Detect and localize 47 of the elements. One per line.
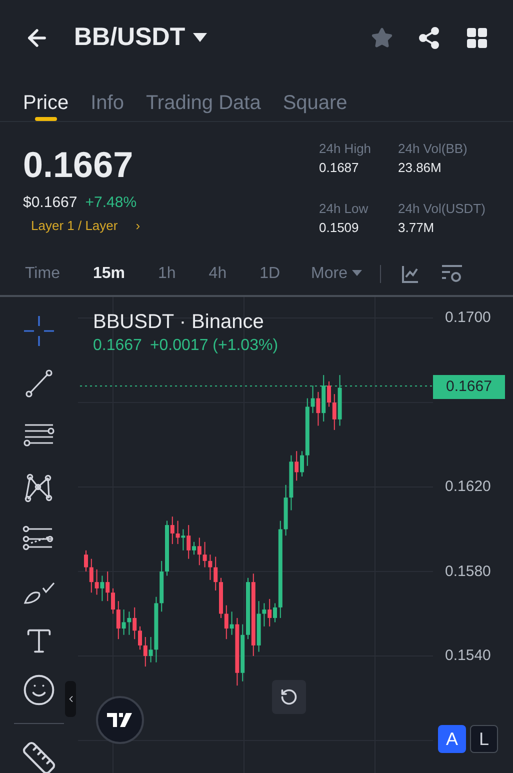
star-icon[interactable]	[371, 27, 393, 49]
crosshair-icon[interactable]	[21, 313, 57, 349]
stat-value: 0.1509	[319, 219, 360, 237]
tab-indicator	[34, 117, 57, 121]
ruler-icon[interactable]	[21, 740, 57, 773]
price-axis-label: 0.1700	[445, 309, 491, 327]
category-link[interactable]: Layer 1 / Layer ›	[31, 216, 140, 236]
scale-button[interactable]: L	[470, 725, 498, 753]
stat-label: 24h Vol(USDT)	[398, 200, 486, 218]
stat-label: 24h Low	[319, 200, 370, 218]
reset-button[interactable]	[272, 680, 306, 714]
tab[interactable]: Trading Data	[146, 76, 261, 121]
chart-change: +0.0017 (+1.03%)	[150, 336, 278, 356]
stat-label: 24h High	[319, 140, 372, 158]
stat-value: 0.1687	[319, 159, 360, 177]
stat-value: 3.77M	[398, 219, 436, 237]
current-price-label: 0.1667	[433, 375, 505, 399]
interval-tab[interactable]: 4h	[208, 262, 227, 286]
stat-label: 24h Vol(BB)	[398, 140, 468, 158]
reset-icon	[280, 688, 298, 706]
caret-icon	[352, 270, 362, 277]
interval-tab[interactable]: 1D	[260, 262, 280, 286]
settings-icon[interactable]	[440, 264, 462, 284]
pair-selector[interactable]: BB/USDT	[74, 19, 208, 57]
interval-tab[interactable]: 15m	[92, 262, 125, 286]
tab[interactable]: Square	[282, 76, 348, 121]
tradingview-logo[interactable]	[96, 696, 144, 744]
more-dropdown[interactable]: More	[311, 262, 362, 286]
scale-button[interactable]: A	[438, 725, 466, 753]
last-price: 0.1667	[23, 144, 134, 186]
tab[interactable]: Info	[90, 76, 124, 121]
interval-tab[interactable]: Time	[25, 262, 60, 286]
indicator-icon[interactable]	[400, 264, 418, 282]
usd-price: $0.1667	[23, 194, 78, 212]
emoji-icon[interactable]	[22, 673, 56, 707]
price-change: +7.48%	[85, 194, 137, 212]
tab[interactable]: Price	[23, 76, 69, 121]
price-axis-label: 0.1580	[445, 562, 491, 580]
stat-value: 23.86M	[398, 159, 442, 177]
caret-icon	[193, 33, 208, 43]
grid-icon[interactable]	[465, 26, 489, 50]
chart-symbol: BBUSDT · Binance	[93, 310, 265, 335]
chart-last-price: 0.1667	[93, 336, 142, 356]
price-axis-label: 0.1540	[445, 647, 491, 665]
price-axis-label: 0.1620	[445, 478, 491, 496]
share-icon[interactable]	[417, 26, 441, 50]
interval-tab[interactable]: 1h	[158, 262, 176, 286]
